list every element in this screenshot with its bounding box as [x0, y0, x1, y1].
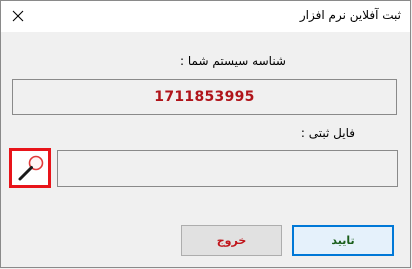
title-bar: ثبت آفلاین نرم افزار: [1, 1, 410, 32]
browse-file-button[interactable]: [9, 148, 51, 188]
registration-file-label: فایل ثبتی :: [300, 126, 355, 140]
system-id-field[interactable]: 1711853995: [12, 79, 397, 115]
registration-dialog: ثبت آفلاین نرم افزار شناسه سیستم شما : 1…: [0, 0, 411, 268]
confirm-button[interactable]: تایید: [292, 225, 394, 256]
system-id-label: شناسه سیستم شما :: [180, 54, 286, 68]
window-title: ثبت آفلاین نرم افزار: [299, 8, 401, 22]
registration-file-input[interactable]: [57, 150, 398, 187]
exit-button[interactable]: خروج: [181, 225, 282, 256]
magnifier-icon: [18, 155, 44, 181]
close-icon: [12, 10, 24, 22]
system-id-value: 1711853995: [154, 89, 255, 105]
close-button[interactable]: [5, 3, 31, 29]
